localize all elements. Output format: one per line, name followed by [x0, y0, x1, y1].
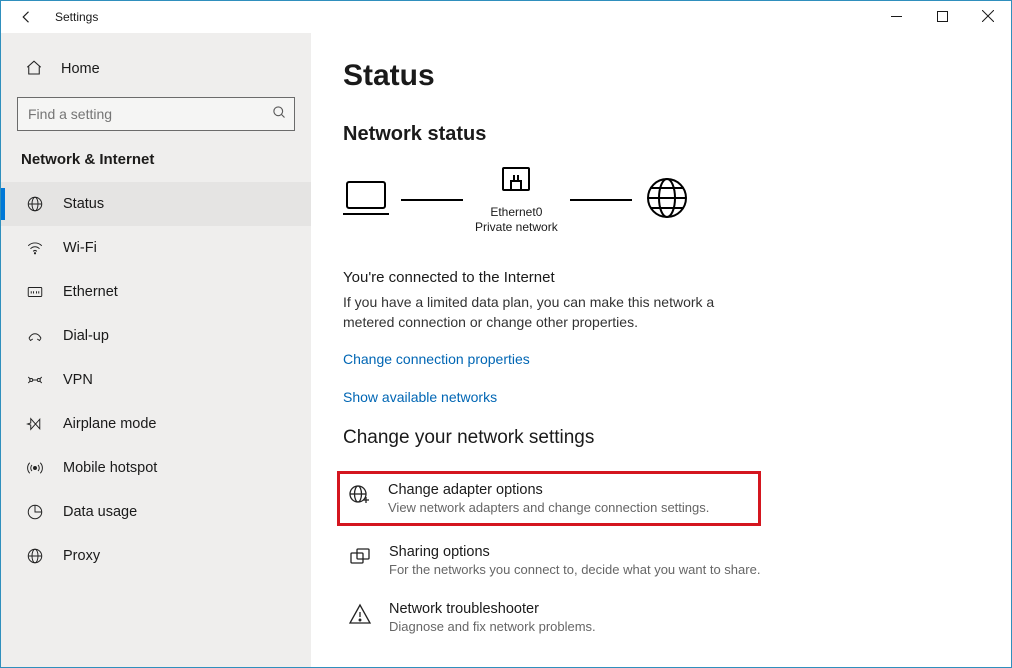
change-connection-properties-link[interactable]: Change connection properties	[343, 351, 979, 367]
page-title: Status	[343, 59, 979, 93]
close-button[interactable]	[965, 1, 1011, 31]
option-desc: View network adapters and change connect…	[388, 500, 709, 515]
option-title: Sharing options	[389, 544, 760, 560]
ethernet-icon	[25, 282, 45, 302]
sidebar-item-label: VPN	[63, 372, 93, 388]
sidebar-item-label: Dial-up	[63, 328, 109, 344]
main-content: Status Network status Ethernet0 Private …	[311, 33, 1011, 667]
option-desc: For the networks you connect to, decide …	[389, 562, 760, 577]
option-sharing[interactable]: Sharing options For the networks you con…	[343, 538, 979, 583]
sidebar-heading: Network & Internet	[1, 145, 311, 182]
option-title: Network troubleshooter	[389, 601, 596, 617]
network-status-heading: Network status	[343, 123, 979, 146]
titlebar: Settings	[1, 1, 1011, 33]
search-container	[17, 97, 295, 131]
search-input[interactable]	[17, 97, 295, 131]
wifi-icon	[25, 238, 45, 258]
sidebar-item-status[interactable]: Status	[1, 182, 311, 226]
home-nav[interactable]: Home	[1, 47, 311, 91]
sidebar-item-datausage[interactable]: Data usage	[1, 490, 311, 534]
sidebar: Home Network & Internet Status Wi-Fi	[1, 33, 311, 667]
adapter-block: Ethernet0 Private network	[475, 164, 558, 235]
warning-icon	[347, 601, 373, 627]
search-icon	[272, 105, 287, 123]
adapter-type: Private network	[475, 220, 558, 235]
sidebar-item-label: Data usage	[63, 504, 137, 520]
option-troubleshooter[interactable]: Network troubleshooter Diagnose and fix …	[343, 595, 979, 640]
change-settings-heading: Change your network settings	[343, 427, 979, 449]
home-icon	[25, 59, 43, 80]
sidebar-item-vpn[interactable]: VPN	[1, 358, 311, 402]
home-label: Home	[61, 61, 100, 77]
internet-globe-icon	[644, 175, 690, 224]
adapter-name: Ethernet0	[475, 205, 558, 220]
sidebar-item-dialup[interactable]: Dial-up	[1, 314, 311, 358]
hotspot-icon	[25, 458, 45, 478]
sidebar-item-airplane[interactable]: Airplane mode	[1, 402, 311, 446]
airplane-icon	[25, 414, 45, 434]
connector-line	[401, 199, 463, 201]
option-title: Change adapter options	[388, 482, 709, 498]
back-button[interactable]	[13, 3, 41, 31]
minimize-button[interactable]	[873, 1, 919, 31]
globe-icon	[25, 194, 45, 214]
network-diagram: Ethernet0 Private network	[343, 164, 979, 235]
window-title: Settings	[55, 10, 98, 24]
sharing-icon	[347, 544, 373, 570]
connected-paragraph: If you have a limited data plan, you can…	[343, 292, 743, 333]
sidebar-item-proxy[interactable]: Proxy	[1, 534, 311, 578]
vpn-icon	[25, 370, 45, 390]
sidebar-item-wifi[interactable]: Wi-Fi	[1, 226, 311, 270]
show-available-networks-link[interactable]: Show available networks	[343, 389, 979, 405]
option-desc: Diagnose and fix network problems.	[389, 619, 596, 634]
sidebar-item-label: Airplane mode	[63, 416, 157, 432]
sidebar-item-label: Wi-Fi	[63, 240, 97, 256]
dialup-icon	[25, 326, 45, 346]
pc-icon	[343, 178, 389, 221]
sidebar-item-label: Mobile hotspot	[63, 460, 157, 476]
sidebar-item-ethernet[interactable]: Ethernet	[1, 270, 311, 314]
connected-heading: You're connected to the Internet	[343, 269, 979, 286]
sidebar-item-hotspot[interactable]: Mobile hotspot	[1, 446, 311, 490]
connector-line	[570, 199, 632, 201]
data-usage-icon	[25, 502, 45, 522]
option-change-adapter[interactable]: Change adapter options View network adap…	[337, 471, 761, 526]
proxy-icon	[25, 546, 45, 566]
adapter-globe-icon	[346, 482, 372, 508]
sidebar-item-label: Proxy	[63, 548, 100, 564]
maximize-button[interactable]	[919, 1, 965, 31]
sidebar-item-label: Ethernet	[63, 284, 118, 300]
sidebar-item-label: Status	[63, 196, 104, 212]
